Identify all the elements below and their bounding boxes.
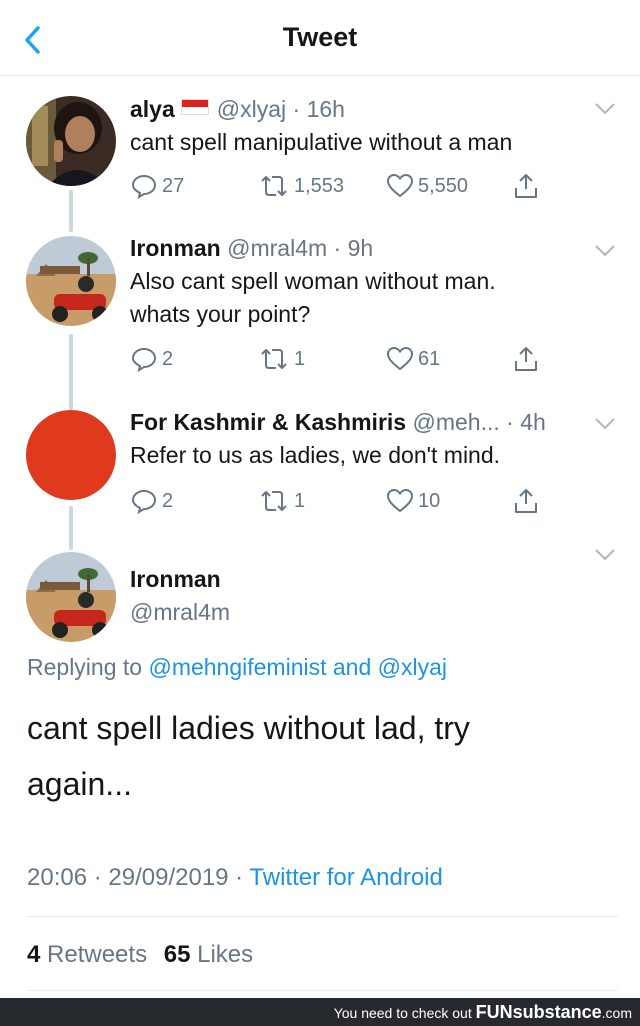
chevron-down-icon[interactable] xyxy=(594,244,616,258)
reply-count: 27 xyxy=(162,174,185,197)
mention-link[interactable]: @mehngifeminist xyxy=(148,654,326,680)
like-count: 61 xyxy=(418,347,441,370)
heart-icon xyxy=(386,346,414,371)
tweet-text-line: again... xyxy=(27,766,132,802)
tweet-time: 4h xyxy=(520,409,546,435)
tweet-text: cant spell manipulative without a man xyxy=(130,129,513,155)
reply-icon xyxy=(131,174,157,200)
reply-button[interactable]: 2 xyxy=(130,486,173,516)
reply-button[interactable]: 27 xyxy=(130,171,184,201)
likes-stat[interactable]: 65 Likes xyxy=(164,941,253,968)
tweet-header: alya @xlyaj · 16h xyxy=(130,96,345,122)
divider xyxy=(27,990,618,991)
display-name[interactable]: For Kashmir & Kashmiris xyxy=(130,409,406,435)
tweet-text-line: Also cant spell woman without man. xyxy=(130,268,496,294)
retweet-count: 1 xyxy=(294,347,306,370)
replying-label: Replying to xyxy=(27,654,143,680)
tweet-date: 29/09/2019 xyxy=(108,864,229,891)
retweet-icon xyxy=(261,176,287,196)
replying-to: Replying to @mehngifeminist and @xlyaj xyxy=(27,654,447,681)
thread-tweet[interactable]: For Kashmir & Kashmiris @meh... · 4h Ref… xyxy=(0,400,640,520)
heart-icon xyxy=(386,488,414,513)
display-name[interactable]: Ironman xyxy=(130,566,221,593)
retweet-icon xyxy=(261,349,287,369)
user-handle[interactable]: @mral4m xyxy=(227,235,327,261)
watermark-brand: FUNsubstance xyxy=(475,1002,602,1022)
heart-icon xyxy=(386,173,414,198)
tweet-time: 20:06 xyxy=(27,864,88,891)
tweet-header: For Kashmir & Kashmiris @meh... · 4h xyxy=(130,409,546,435)
retweet-button[interactable]: 1 xyxy=(258,344,305,374)
thread-connector xyxy=(69,190,73,232)
chevron-down-icon[interactable] xyxy=(594,548,616,562)
tweet-text-line: whats your point? xyxy=(130,301,311,327)
retweet-count: 1 xyxy=(294,489,306,512)
tweet-text-line: cant spell ladies without lad, try xyxy=(27,710,470,746)
display-name[interactable]: Ironman xyxy=(130,235,221,261)
avatar[interactable] xyxy=(26,410,116,500)
mention-link[interactable]: @xlyaj xyxy=(378,654,447,680)
avatar[interactable] xyxy=(26,96,116,186)
retweets-label: Retweets xyxy=(47,941,148,968)
watermark-suffix: .com xyxy=(601,1005,632,1021)
chevron-down-icon[interactable] xyxy=(594,102,616,116)
reply-count: 2 xyxy=(162,347,174,370)
display-name[interactable]: alya xyxy=(130,96,175,122)
divider xyxy=(27,916,618,917)
thread-tweet[interactable]: alya @xlyaj · 16h cant spell manipulative… xyxy=(0,90,640,230)
like-count: 10 xyxy=(418,489,441,512)
tweet-text: cant spell ladies without lad, try again… xyxy=(27,700,587,812)
share-button[interactable] xyxy=(512,344,540,374)
thread-tweet[interactable]: Ironman @mral4m · 9h Also cant spell wom… xyxy=(0,230,640,380)
share-icon xyxy=(515,489,537,513)
reply-count: 2 xyxy=(162,489,174,512)
chevron-down-icon[interactable] xyxy=(594,417,616,431)
retweet-icon xyxy=(261,491,287,511)
thread-connector xyxy=(69,334,73,410)
reply-icon xyxy=(131,347,157,373)
tweet-time: 9h xyxy=(347,235,374,261)
watermark-prefix: You need to check out xyxy=(333,1005,472,1021)
like-count: 5,550 xyxy=(418,174,469,197)
tweet-header: Ironman @mral4m · 9h xyxy=(130,235,374,261)
avatar[interactable] xyxy=(26,552,116,642)
user-handle[interactable]: @mral4m xyxy=(130,599,230,626)
tweet-time: 16h xyxy=(306,96,345,122)
reply-icon xyxy=(131,489,157,515)
user-handle[interactable]: @xlyaj xyxy=(217,96,286,122)
tweet-text: Refer to us as ladies, we don't mind. xyxy=(130,442,501,468)
like-button[interactable]: 61 xyxy=(386,344,440,374)
indonesia-flag-icon xyxy=(180,99,209,115)
share-icon xyxy=(515,347,537,371)
replying-and[interactable]: and xyxy=(333,654,371,680)
like-button[interactable]: 5,550 xyxy=(386,171,468,201)
tweet-source-link[interactable]: Twitter for Android xyxy=(249,864,442,891)
tweet-text: Also cant spell woman without man. whats… xyxy=(130,265,620,331)
likes-label: Likes xyxy=(197,941,254,968)
like-button[interactable]: 10 xyxy=(386,486,440,516)
share-button[interactable] xyxy=(512,486,540,516)
likes-count: 65 xyxy=(163,941,191,968)
share-icon xyxy=(515,174,537,198)
tweet-stats: 4 Retweets 65 Likes xyxy=(27,941,253,969)
page-title: Tweet xyxy=(282,22,358,52)
avatar[interactable] xyxy=(26,236,116,326)
retweets-stat[interactable]: 4 Retweets xyxy=(27,941,147,968)
reply-button[interactable]: 2 xyxy=(130,344,173,374)
retweets-count: 4 xyxy=(27,941,41,968)
retweet-button[interactable]: 1,553 xyxy=(258,171,344,201)
retweet-button[interactable]: 1 xyxy=(258,486,305,516)
header-bar: Tweet xyxy=(0,0,640,76)
share-button[interactable] xyxy=(512,171,540,201)
thread-connector xyxy=(69,506,73,550)
retweet-count: 1,553 xyxy=(294,174,345,197)
tweet-meta: 20:06 · 29/09/2019 · Twitter for Android xyxy=(27,864,443,891)
user-handle[interactable]: @meh... xyxy=(412,409,499,435)
watermark-banner: You need to check out FUNsubstance.com xyxy=(0,998,640,1026)
